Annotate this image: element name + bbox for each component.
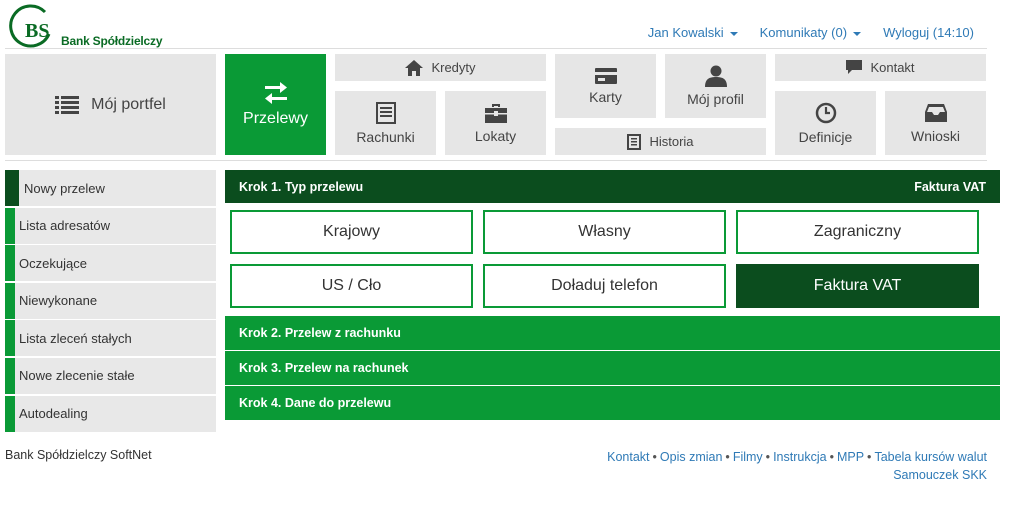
sidebar-item-lista-adresatow[interactable]: Lista adresatów [5,207,216,244]
messages-menu[interactable]: Komunikaty (0) [759,25,862,40]
tile-profil[interactable]: Mój profil [665,54,766,118]
tile-kontakt-label: Kontakt [870,60,915,75]
type-wlasny-button[interactable]: Własny [483,210,726,254]
footer-link-opis-zmian[interactable]: Opis zmian [660,450,723,464]
footer-links: Kontakt • Opis zmian • Filmy • Instrukcja • MPP •… [607,448,987,484]
footer-separator: • [829,450,834,464]
step1-selected-type: Faktura VAT [914,179,986,194]
tile-definicje-label: Definicje [798,128,853,145]
transfer-type-grid: Krajowy Własny Zagraniczny US / Cło Doła… [225,203,1000,315]
tile-przelewy[interactable]: Przelewy [225,54,326,155]
tile-historia-label: Historia [649,134,694,149]
document-icon [375,101,396,124]
user-name: Jan Kowalski [647,25,724,40]
footer-separator: • [652,450,657,464]
tile-portfel-label: Mój portfel [91,95,166,113]
tile-definicje[interactable]: Definicje [775,91,876,155]
tile-kredyty[interactable]: Kredyty [335,54,546,81]
footer-separator: • [725,450,730,464]
type-faktura-vat-button[interactable]: Faktura VAT [736,264,979,308]
step3-header[interactable]: Krok 3. Przelew na rachunek [225,351,1000,385]
user-nav: Jan Kowalski Komunikaty (0) Wyloguj (14:… [648,25,974,40]
footer-link-mpp[interactable]: MPP [837,450,864,464]
chevron-down-icon [729,31,738,36]
inbox-icon [924,103,947,122]
tile-lokaty-label: Lokaty [474,127,517,144]
type-doladuj-telefon-button[interactable]: Doładuj telefon [483,264,726,308]
sidebar-item-nowy-przelew[interactable]: Nowy przelew [5,170,216,206]
footer-bank-name: Bank Spółdzielczy SoftNet [5,448,152,462]
briefcase-icon [484,103,507,123]
sidebar: Nowy przelew Lista adresatów Oczekujące … [5,170,216,433]
tile-rachunki[interactable]: Rachunki [335,91,436,155]
sidebar-item-label: Nowe zlecenie stałe [19,368,135,384]
bank-logo-mark: BS [9,4,51,48]
sidebar-item-nowe-zlecenie-stale[interactable]: Nowe zlecenie stałe [5,357,216,394]
step2-title: Krok 2. Przelew z rachunku [239,326,401,340]
sidebar-item-oczekujace[interactable]: Oczekujące [5,245,216,282]
footer-separator: • [765,450,771,464]
type-zagraniczny-button[interactable]: Zagraniczny [736,210,979,254]
tile-rachunki-label: Rachunki [356,128,415,145]
tile-karty-label: Karty [589,88,622,105]
sidebar-item-lista-zlecen-stalych[interactable]: Lista zleceń stałych [5,320,216,357]
user-menu[interactable]: Jan Kowalski [648,25,738,40]
footer-link-filmy[interactable]: Filmy [733,450,763,464]
bank-name: Bank Spółdzielczy [61,34,163,48]
sidebar-item-label: Lista adresatów [19,218,111,234]
transfer-arrows-icon [264,81,287,104]
svg-text:BS: BS [25,20,49,42]
type-us-clo-button[interactable]: US / Cło [230,264,473,308]
footer-link-tabela-kursow[interactable]: Tabela kursów walut [874,450,987,464]
logout-link[interactable]: Wyloguj (14:10) [883,25,974,40]
history-list-icon [627,133,642,150]
tile-portfel[interactable]: Mój portfel [5,54,216,155]
list-icon [55,95,80,114]
clock-icon [815,102,836,123]
step1-title: Krok 1. Typ przelewu [239,179,364,194]
sidebar-item-label: Niewykonane [19,293,98,309]
tiles-divider [5,160,987,161]
bank-logo[interactable]: BS Bank Spółdzielczy [5,4,165,50]
sidebar-item-autodealing[interactable]: Autodealing [5,395,216,432]
sidebar-item-niewykonane[interactable]: Niewykonane [5,282,216,319]
header-divider [5,48,987,49]
footer-link-kontakt[interactable]: Kontakt [607,450,649,464]
step2-header[interactable]: Krok 2. Przelew z rachunku [225,316,1000,350]
footer-link-samouczek[interactable]: Samouczek SKK [893,468,987,482]
tile-wnioski-label: Wnioski [910,127,960,144]
footer-link-instrukcja[interactable]: Instrukcja [773,450,827,464]
tile-kontakt[interactable]: Kontakt [775,54,986,81]
sidebar-item-label: Nowy przelew [24,180,105,196]
sidebar-item-label: Lista zleceń stałych [19,330,132,346]
messages-label: Komunikaty (0) [759,25,848,40]
tile-wnioski[interactable]: Wnioski [885,91,986,155]
user-icon [704,65,727,87]
transfer-wizard: Krok 1. Typ przelewu Faktura VAT Krajowy… [225,170,1000,420]
type-krajowy-button[interactable]: Krajowy [230,210,473,254]
home-icon [405,59,424,76]
tile-lokaty[interactable]: Lokaty [445,91,546,155]
step4-header[interactable]: Krok 4. Dane do przelewu [225,386,1000,420]
credit-card-icon [594,67,617,84]
tile-profil-label: Mój profil [687,91,744,107]
step4-title: Krok 4. Dane do przelewu [239,396,392,410]
sidebar-item-label: Autodealing [19,406,88,422]
chat-icon [846,60,863,74]
step1-header[interactable]: Krok 1. Typ przelewu Faktura VAT [225,170,1000,203]
chevron-down-icon [853,31,862,36]
footer-separator: • [867,450,872,464]
tile-karty[interactable]: Karty [555,54,656,118]
tile-przelewy-label: Przelewy [243,109,308,127]
sidebar-item-label: Oczekujące [19,255,87,271]
tile-historia[interactable]: Historia [555,128,766,155]
tile-kredyty-label: Kredyty [431,60,476,75]
step3-title: Krok 3. Przelew na rachunek [239,361,409,375]
